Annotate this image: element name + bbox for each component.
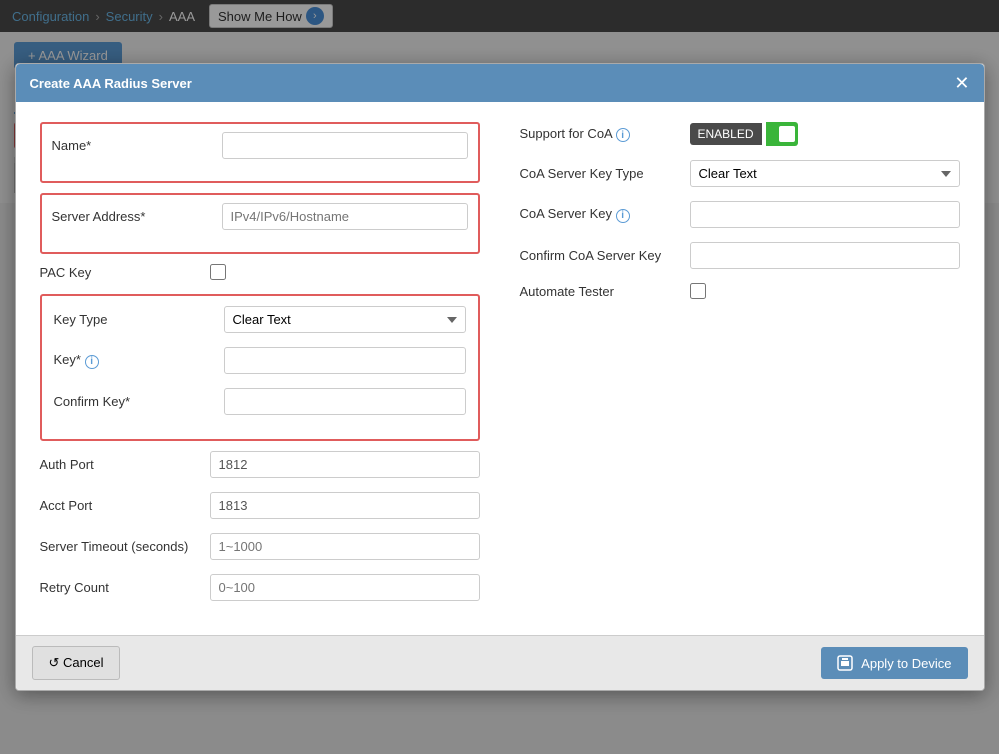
server-address-label: Server Address* bbox=[52, 209, 212, 224]
retry-count-row: Retry Count bbox=[40, 574, 480, 601]
acct-port-input[interactable] bbox=[210, 492, 480, 519]
modal-header: Create AAA Radius Server ✕ bbox=[16, 64, 984, 102]
coa-server-key-input[interactable] bbox=[690, 201, 960, 228]
apply-icon bbox=[837, 655, 853, 671]
key-label: Key* i bbox=[54, 352, 214, 369]
form-grid: Name* Server Address* PAC Key bbox=[40, 122, 960, 615]
support-coa-row: Support for CoA i ENABLED bbox=[520, 122, 960, 146]
left-column: Name* Server Address* PAC Key bbox=[40, 122, 480, 615]
pac-key-checkbox[interactable] bbox=[210, 264, 226, 280]
toggle-switch[interactable] bbox=[766, 122, 798, 146]
support-coa-toggle[interactable]: ENABLED bbox=[690, 122, 798, 146]
server-address-group: Server Address* bbox=[40, 193, 480, 254]
server-timeout-input[interactable] bbox=[210, 533, 480, 560]
server-address-input[interactable] bbox=[222, 203, 468, 230]
key-type-label: Key Type bbox=[54, 312, 214, 327]
modal-title: Create AAA Radius Server bbox=[30, 76, 192, 91]
automate-tester-checkbox[interactable] bbox=[690, 283, 706, 299]
coa-server-key-row: CoA Server Key i bbox=[520, 201, 960, 228]
support-coa-info-icon[interactable]: i bbox=[616, 128, 630, 142]
retry-count-input[interactable] bbox=[210, 574, 480, 601]
name-label: Name* bbox=[52, 138, 212, 153]
server-address-row: Server Address* bbox=[52, 203, 468, 230]
key-group: Key Type Clear Text Encrypted Key* i bbox=[40, 294, 480, 441]
coa-server-key-label: CoA Server Key i bbox=[520, 206, 680, 223]
toggle-dot bbox=[779, 126, 795, 142]
key-type-select[interactable]: Clear Text Encrypted bbox=[224, 306, 466, 333]
server-timeout-label: Server Timeout (seconds) bbox=[40, 539, 200, 554]
coa-server-key-type-select[interactable]: Clear Text Encrypted bbox=[690, 160, 960, 187]
key-input[interactable] bbox=[224, 347, 466, 374]
automate-tester-label: Automate Tester bbox=[520, 284, 680, 299]
auth-port-input[interactable] bbox=[210, 451, 480, 478]
name-group: Name* bbox=[40, 122, 480, 183]
name-row: Name* bbox=[52, 132, 468, 159]
coa-server-key-type-row: CoA Server Key Type Clear Text Encrypted bbox=[520, 160, 960, 187]
key-type-row: Key Type Clear Text Encrypted bbox=[54, 306, 466, 333]
support-coa-label: Support for CoA i bbox=[520, 126, 680, 143]
key-row: Key* i bbox=[54, 347, 466, 374]
acct-port-row: Acct Port bbox=[40, 492, 480, 519]
modal-body: Name* Server Address* PAC Key bbox=[16, 102, 984, 635]
confirm-coa-server-key-input[interactable] bbox=[690, 242, 960, 269]
modal-footer: ↺ Cancel Apply to Device bbox=[16, 635, 984, 690]
cancel-button[interactable]: ↺ Cancel bbox=[32, 646, 121, 680]
pac-key-label: PAC Key bbox=[40, 265, 200, 280]
automate-tester-row: Automate Tester bbox=[520, 283, 960, 299]
confirm-key-row: Confirm Key* bbox=[54, 388, 466, 415]
modal-create-radius-server: Create AAA Radius Server ✕ Name* Server … bbox=[15, 63, 985, 691]
name-input[interactable] bbox=[222, 132, 468, 159]
key-info-icon[interactable]: i bbox=[85, 355, 99, 369]
acct-port-label: Acct Port bbox=[40, 498, 200, 513]
server-timeout-row: Server Timeout (seconds) bbox=[40, 533, 480, 560]
toggle-enabled-label: ENABLED bbox=[690, 123, 762, 145]
pac-key-row: PAC Key bbox=[40, 264, 480, 280]
confirm-coa-server-key-label: Confirm CoA Server Key bbox=[520, 248, 680, 263]
retry-count-label: Retry Count bbox=[40, 580, 200, 595]
auth-port-label: Auth Port bbox=[40, 457, 200, 472]
confirm-key-label: Confirm Key* bbox=[54, 394, 214, 409]
confirm-coa-server-key-row: Confirm CoA Server Key bbox=[520, 242, 960, 269]
auth-port-row: Auth Port bbox=[40, 451, 480, 478]
modal-close-button[interactable]: ✕ bbox=[954, 74, 969, 92]
confirm-key-input[interactable] bbox=[224, 388, 466, 415]
coa-server-key-type-label: CoA Server Key Type bbox=[520, 166, 680, 181]
apply-to-device-button[interactable]: Apply to Device bbox=[821, 647, 967, 679]
right-column: Support for CoA i ENABLED CoA Server Key… bbox=[520, 122, 960, 615]
coa-server-key-info-icon[interactable]: i bbox=[616, 209, 630, 223]
